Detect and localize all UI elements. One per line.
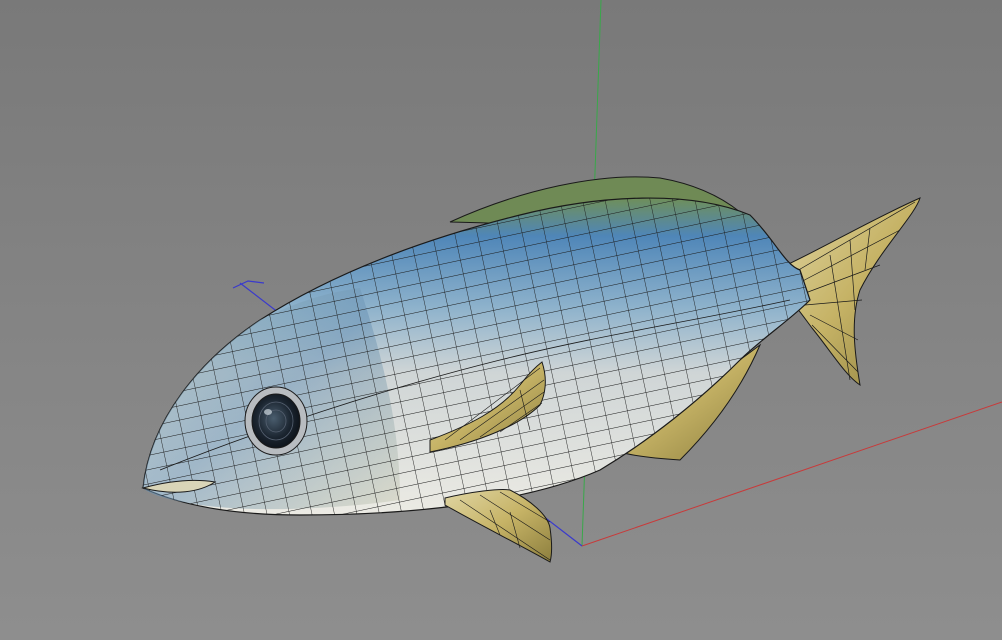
3d-viewport[interactable]	[0, 0, 1002, 640]
z-axis-arrowhead	[232, 280, 265, 289]
scene-canvas	[100, 0, 1002, 570]
fish-eye	[244, 386, 308, 456]
fish-model[interactable]	[100, 150, 921, 570]
